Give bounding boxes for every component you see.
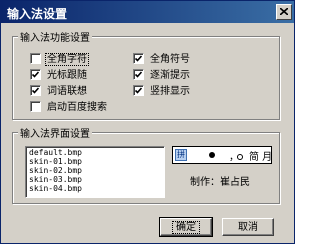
checkbox-box[interactable] [133, 53, 144, 64]
preview-mode-icon: 拼 [175, 149, 187, 161]
checkbox-label: 逐渐提示 [150, 70, 190, 81]
close-button[interactable] [276, 4, 292, 20]
checkbox-box[interactable] [30, 101, 41, 112]
list-item[interactable]: default.bmp [29, 148, 82, 157]
list-item[interactable]: skin-01.bmp [29, 157, 82, 166]
checkbox-label: 光标跟随 [47, 70, 87, 81]
ok-button-label: 确定 [172, 221, 200, 234]
author-label: 制作：崔占民 [190, 177, 250, 188]
checkbox-box[interactable] [30, 53, 41, 64]
list-item[interactable]: skin-04.bmp [29, 184, 82, 193]
checkbox-label: 词语联想 [47, 86, 87, 97]
skin-listbox[interactable]: default.bmp skin-01.bmp skin-02.bmp skin… [25, 146, 165, 198]
list-item[interactable]: skin-03.bmp [29, 175, 82, 184]
function-settings-label: 输入法功能设置 [18, 29, 92, 44]
checkbox-label: 竖排显示 [150, 86, 190, 97]
checkbox-box[interactable] [133, 69, 144, 80]
window-title: 输入法设置 [7, 7, 68, 21]
preview-dot-icon [209, 152, 215, 158]
close-icon [280, 8, 288, 15]
preview-status-text: 简 月 [249, 152, 272, 163]
skin-settings-label: 输入法界面设置 [18, 125, 92, 140]
checkmark-icon [135, 87, 142, 94]
skin-preview: 拼 ， 简 月 [172, 146, 272, 164]
ok-button[interactable]: 确定 [159, 217, 213, 237]
checkbox-label: 启动百度搜索 [47, 102, 107, 113]
checkmark-icon [135, 71, 142, 78]
checkbox-label: 全角字符 [45, 53, 89, 66]
checkbox-label: 全角符号 [150, 54, 190, 65]
list-item[interactable]: skin-02.bmp [29, 166, 82, 175]
checkbox-box[interactable] [30, 69, 41, 80]
checkmark-icon [32, 87, 39, 94]
cancel-button[interactable]: 取消 [222, 218, 274, 236]
title-bar[interactable]: 输入法设置 [1, 1, 294, 23]
checkmark-icon [32, 71, 39, 78]
checkmark-icon [135, 55, 142, 62]
checkbox-box[interactable] [30, 85, 41, 96]
preview-halfwidth-icon [237, 154, 243, 160]
checkbox-box[interactable] [133, 85, 144, 96]
